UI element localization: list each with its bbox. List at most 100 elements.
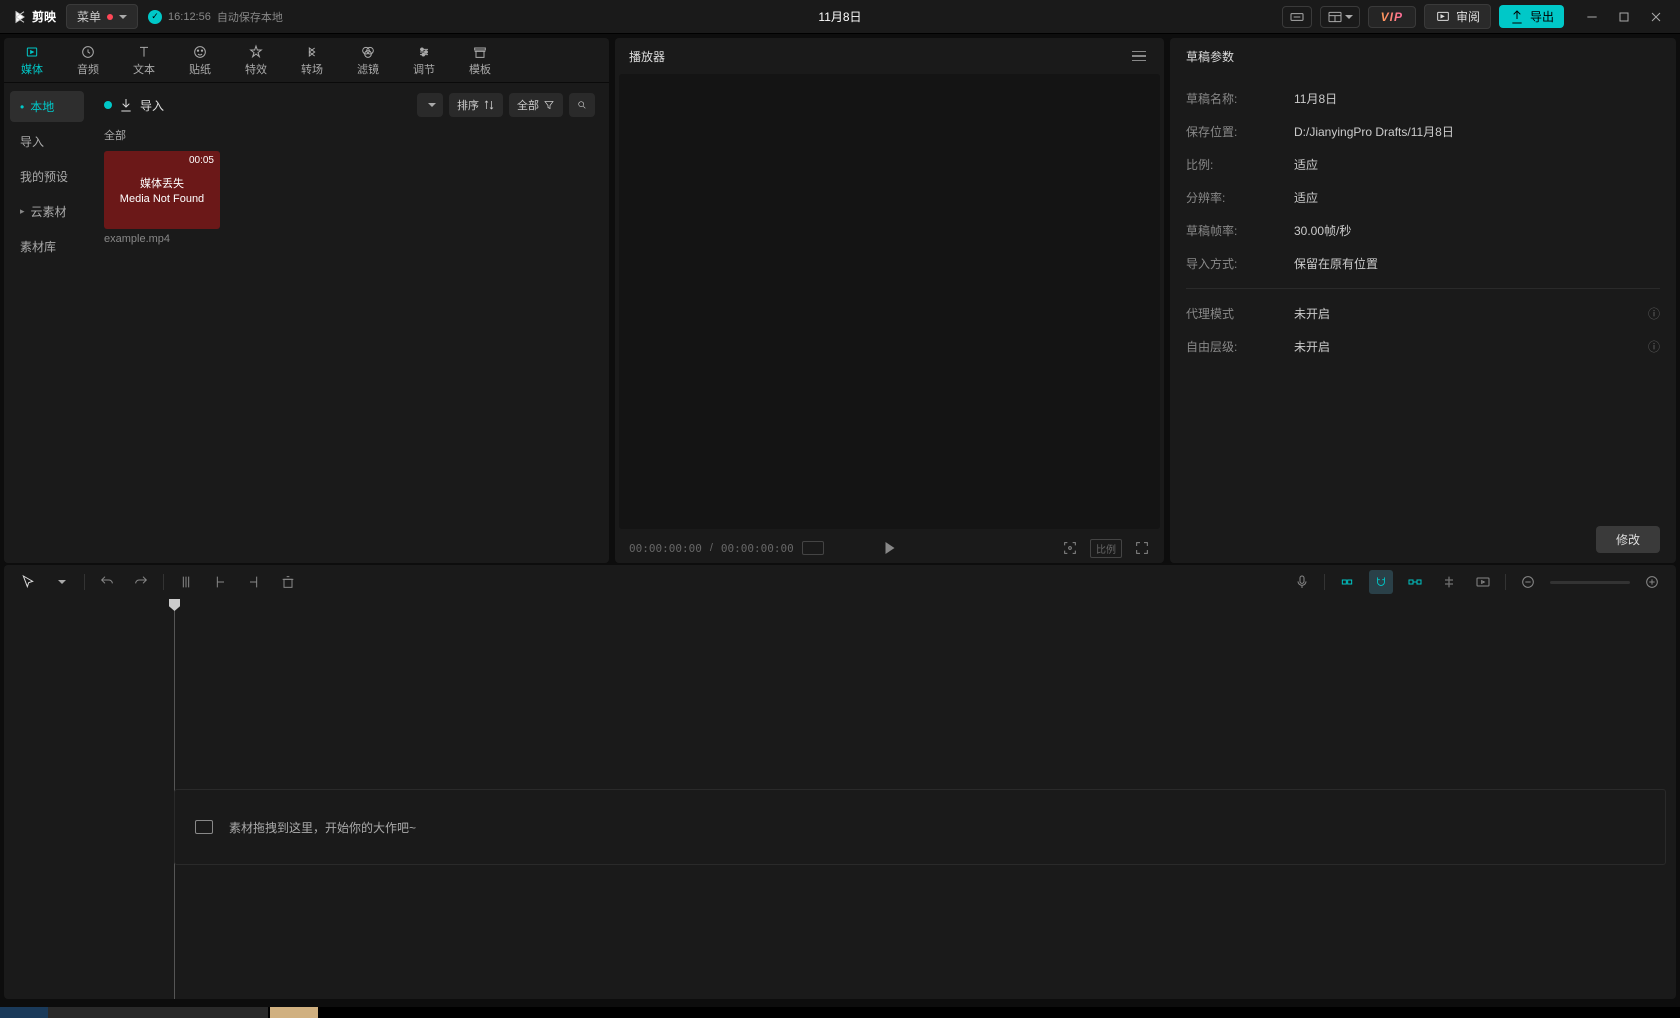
main-tabs: 媒体音频文本 贴纸特效转场 滤镜调节模板 [4, 38, 609, 83]
prop-value: 适应 [1294, 156, 1660, 173]
video-viewer[interactable] [619, 74, 1160, 529]
tab-label: 文本 [133, 61, 155, 77]
sidebar-item[interactable]: 云素材 [10, 196, 84, 227]
info-icon[interactable]: ⓘ [1648, 305, 1660, 322]
import-button[interactable]: 导入 [104, 97, 164, 114]
document-title: 11月8日 [818, 8, 861, 25]
review-label: 审阅 [1456, 8, 1480, 25]
timeline-gutter [4, 599, 174, 999]
play-button[interactable] [885, 542, 894, 554]
tab-label: 转场 [301, 61, 323, 77]
timeline-body[interactable]: 素材拖拽到这里，开始你的大作吧~ [4, 599, 1676, 999]
keyboard-shortcut-button[interactable] [1282, 6, 1312, 28]
prop-value: 11月8日 [1294, 90, 1660, 107]
close-button[interactable] [1644, 5, 1668, 29]
prop-value: 适应 [1294, 189, 1660, 206]
tab-effect[interactable]: 特效 [228, 38, 284, 82]
pointer-tool[interactable] [16, 570, 40, 594]
fullscreen-icon[interactable] [1134, 540, 1150, 556]
player-controls: 00:00:00:00 / 00:00:00:00 比例 [615, 533, 1164, 563]
review-icon [1435, 9, 1451, 25]
sidebar-item[interactable]: 素材库 [10, 231, 84, 262]
sort-button[interactable]: 排序 [449, 93, 503, 117]
adjust-icon [416, 44, 432, 60]
filter-button[interactable]: 全部 [509, 93, 563, 117]
snap-button-2[interactable] [1403, 570, 1427, 594]
titlebar-right: VIP 审阅 导出 [1282, 4, 1668, 29]
zoom-in-button[interactable] [1640, 570, 1664, 594]
layout-icon [1327, 9, 1343, 25]
timeline-toolbar [4, 565, 1676, 599]
notification-dot-icon [107, 14, 113, 20]
view-mode-button[interactable] [417, 93, 443, 117]
tab-sticker[interactable]: 贴纸 [172, 38, 228, 82]
prop-value: 保留在原有位置 [1294, 255, 1660, 272]
property-row: 草稿帧率:30.00帧/秒 [1186, 214, 1660, 247]
maximize-button[interactable] [1612, 5, 1636, 29]
property-row: 分辨率:适应 [1186, 181, 1660, 214]
vip-button[interactable]: VIP [1368, 6, 1416, 28]
split-tool[interactable] [174, 570, 198, 594]
app-logo: 剪映 [12, 8, 56, 25]
frame-aspect-button[interactable] [802, 541, 824, 555]
player-panel: 播放器 00:00:00:00 / 00:00:00:00 比例 [615, 38, 1164, 563]
sort-label: 排序 [457, 97, 479, 113]
property-row: 代理模式未开启ⓘ [1186, 297, 1660, 330]
media-item[interactable]: 00:05 媒体丢失 Media Not Found example.mp4 [104, 151, 220, 245]
trim-left-tool[interactable] [208, 570, 232, 594]
media-panel: 媒体音频文本贴纸特效转场滤镜调节模板 本地导入我的预设云素材素材库 导入 [4, 38, 609, 563]
tab-adjust[interactable]: 调节 [396, 38, 452, 82]
pointer-dropdown[interactable] [50, 570, 74, 594]
link-icon [1407, 574, 1423, 590]
filter-label: 全部 [517, 97, 539, 113]
sidebar-item[interactable]: 我的预设 [10, 161, 84, 192]
snap-button-1[interactable] [1335, 570, 1359, 594]
prop-value: 未开启 [1294, 338, 1648, 355]
mic-button[interactable] [1290, 570, 1314, 594]
media-icon [24, 44, 40, 60]
properties-panel: 草稿参数 草稿名称:11月8日保存位置:D:/JianyingPro Draft… [1170, 38, 1676, 563]
sidebar-item[interactable]: 导入 [10, 126, 84, 157]
layout-button[interactable] [1320, 6, 1360, 28]
delete-tool[interactable] [276, 570, 300, 594]
zoom-out-icon [1520, 574, 1536, 590]
undo-button[interactable] [95, 570, 119, 594]
checkmark-icon: ✓ [148, 10, 162, 24]
os-taskbar[interactable] [0, 1007, 1680, 1018]
tab-transition[interactable]: 转场 [284, 38, 340, 82]
hint-text: 素材拖拽到这里，开始你的大作吧~ [229, 819, 416, 836]
zoom-out-button[interactable] [1516, 570, 1540, 594]
minimize-button[interactable] [1580, 5, 1604, 29]
zoom-slider[interactable] [1550, 581, 1630, 584]
preview-button[interactable] [1471, 570, 1495, 594]
audio-icon [80, 44, 96, 60]
player-menu-button[interactable] [1128, 47, 1150, 66]
search-button[interactable] [569, 93, 595, 117]
close-icon [1648, 9, 1664, 25]
export-button[interactable]: 导出 [1499, 5, 1564, 28]
timeline-area: 素材拖拽到这里，开始你的大作吧~ [0, 563, 1680, 1003]
sort-icon [483, 99, 495, 111]
tab-filter[interactable]: 滤镜 [340, 38, 396, 82]
redo-button[interactable] [129, 570, 153, 594]
media-sidebar: 本地导入我的预设云素材素材库 [4, 83, 90, 563]
tab-template[interactable]: 模板 [452, 38, 508, 82]
effect-icon [248, 44, 264, 60]
align-button[interactable] [1437, 570, 1461, 594]
ratio-button[interactable]: 比例 [1090, 539, 1122, 558]
sidebar-item[interactable]: 本地 [10, 91, 84, 122]
property-row: 比例:适应 [1186, 148, 1660, 181]
tab-text[interactable]: 文本 [116, 38, 172, 82]
info-icon[interactable]: ⓘ [1648, 338, 1660, 355]
tab-audio[interactable]: 音频 [60, 38, 116, 82]
template-icon [472, 44, 488, 60]
menu-button[interactable]: 菜单 [66, 4, 138, 29]
magnet-button[interactable] [1369, 570, 1393, 594]
modify-button[interactable]: 修改 [1596, 526, 1660, 553]
focus-icon[interactable] [1062, 540, 1078, 556]
tab-media[interactable]: 媒体 [4, 38, 60, 82]
trim-right-tool[interactable] [242, 570, 266, 594]
prop-label: 分辨率: [1186, 189, 1294, 206]
timeline-tracks[interactable]: 素材拖拽到这里，开始你的大作吧~ [174, 599, 1676, 999]
review-button[interactable]: 审阅 [1424, 4, 1491, 29]
